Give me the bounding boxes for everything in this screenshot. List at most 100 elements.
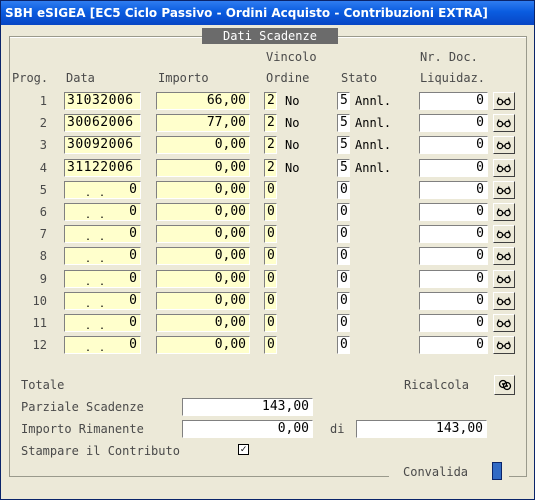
group-border-bottom (9, 476, 389, 477)
stato-field[interactable]: 0 (337, 292, 350, 310)
lookup-button[interactable] (493, 292, 515, 310)
di-field[interactable]: 143,00 (356, 420, 487, 438)
vincolo-field[interactable]: 2 (264, 159, 277, 177)
importo-field[interactable]: 0,00 (156, 181, 250, 199)
vincolo-field[interactable]: 0 (264, 181, 277, 199)
vincolo-field[interactable]: 2 (264, 136, 277, 154)
lookup-button[interactable] (493, 114, 515, 132)
stato-field[interactable]: 0 (337, 225, 350, 243)
nrdoc-field[interactable]: 0 (419, 181, 488, 199)
nrdoc-field[interactable]: 0 (419, 225, 488, 243)
ricalcola-button[interactable] (494, 375, 515, 395)
importo-field[interactable]: 0,00 (156, 136, 250, 154)
lookup-button[interactable] (493, 336, 515, 354)
vincolo-field[interactable]: 0 (264, 314, 277, 332)
main-window: SBH eSIGEA [EC5 Ciclo Passivo - Ordini A… (0, 0, 535, 500)
stato-field[interactable]: 0 (337, 336, 350, 354)
nrdoc-field[interactable]: 0 (419, 203, 488, 221)
date-value: 0 (129, 293, 137, 308)
glasses-icon (496, 341, 511, 350)
date-field[interactable]: .. 0 (64, 292, 141, 310)
importo-field[interactable]: 77,00 (156, 114, 250, 132)
recalc-icon (498, 379, 511, 391)
date-field[interactable]: .. 0 (64, 203, 141, 221)
nrdoc-field[interactable]: 0 (419, 92, 488, 110)
stato-field[interactable]: 5 (337, 159, 350, 177)
date-field[interactable]: 30092006 (64, 136, 141, 154)
lookup-button[interactable] (493, 92, 515, 110)
date-field[interactable]: .. 0 (64, 336, 141, 354)
importo-field[interactable]: 0,00 (156, 225, 250, 243)
importo-field[interactable]: 0,00 (156, 159, 250, 177)
glasses-icon (496, 319, 511, 328)
vincolo-field[interactable]: 0 (264, 247, 277, 265)
importo-field[interactable]: 0,00 (156, 203, 250, 221)
date-field[interactable]: .. 0 (64, 270, 141, 288)
nrdoc-field[interactable]: 0 (419, 136, 488, 154)
lookup-button[interactable] (493, 181, 515, 199)
lookup-button[interactable] (493, 159, 515, 177)
nrdoc-field[interactable]: 0 (419, 314, 488, 332)
stato-field[interactable]: 0 (337, 247, 350, 265)
date-field[interactable]: .. 0 (64, 181, 141, 199)
nrdoc-field[interactable]: 0 (419, 292, 488, 310)
stato-field[interactable]: 0 (337, 181, 350, 199)
date-field[interactable]: .. 0 (64, 225, 141, 243)
lookup-button[interactable] (493, 270, 515, 288)
lookup-button[interactable] (493, 136, 515, 154)
row-prog: 5 (39, 183, 47, 197)
glasses-icon (496, 208, 511, 217)
date-field[interactable]: 31032006 (64, 92, 141, 110)
stato-field[interactable]: 5 (337, 114, 350, 132)
stato-desc: Annl. (355, 138, 392, 152)
date-value: 0 (129, 271, 137, 286)
lookup-button[interactable] (493, 203, 515, 221)
vincolo-field[interactable]: 0 (264, 336, 277, 354)
date-separator: . (85, 188, 92, 199)
window-title: SBH eSIGEA [EC5 Ciclo Passivo - Ordini A… (1, 1, 534, 25)
vincolo-field[interactable]: 0 (264, 292, 277, 310)
date-separator: . (99, 210, 106, 221)
date-field[interactable]: 31122006 (64, 159, 141, 177)
date-field[interactable]: .. 0 (64, 247, 141, 265)
convalida-label: Convalida (403, 465, 469, 479)
date-field[interactable]: 30062006 (64, 114, 141, 132)
glasses-icon (496, 119, 511, 128)
header-prog: Prog. (12, 71, 49, 85)
vincolo-field[interactable]: 0 (264, 225, 277, 243)
vincolo-field[interactable]: 2 (264, 92, 277, 110)
stato-field[interactable]: 0 (337, 314, 350, 332)
importo-field[interactable]: 0,00 (156, 270, 250, 288)
stato-field[interactable]: 5 (337, 136, 350, 154)
vincolo-field[interactable]: 0 (264, 270, 277, 288)
stampare-label: Stampare il Contributo (21, 444, 180, 458)
stampare-checkbox[interactable]: ✓ (238, 444, 249, 455)
vincolo-field[interactable]: 2 (264, 114, 277, 132)
row-prog: 9 (39, 272, 47, 286)
rimanente-field[interactable]: 0,00 (182, 420, 313, 438)
importo-field[interactable]: 0,00 (156, 247, 250, 265)
nrdoc-field[interactable]: 0 (419, 114, 488, 132)
nrdoc-field[interactable]: 0 (419, 336, 488, 354)
lookup-button[interactable] (493, 247, 515, 265)
nrdoc-field[interactable]: 0 (419, 247, 488, 265)
convalida-button[interactable] (492, 462, 502, 480)
importo-field[interactable]: 0,00 (156, 314, 250, 332)
nrdoc-field[interactable]: 0 (419, 159, 488, 177)
stato-field[interactable]: 0 (337, 203, 350, 221)
importo-field[interactable]: 66,00 (156, 92, 250, 110)
lookup-button[interactable] (493, 225, 515, 243)
date-separator: . (99, 343, 106, 354)
stato-field[interactable]: 0 (337, 270, 350, 288)
importo-field[interactable]: 0,00 (156, 336, 250, 354)
date-separator: . (85, 210, 92, 221)
date-field[interactable]: .. 0 (64, 314, 141, 332)
lookup-button[interactable] (493, 314, 515, 332)
nrdoc-field[interactable]: 0 (419, 270, 488, 288)
row-prog: 3 (39, 138, 47, 152)
stato-field[interactable]: 5 (337, 92, 350, 110)
importo-field[interactable]: 0,00 (156, 292, 250, 310)
vincolo-field[interactable]: 0 (264, 203, 277, 221)
date-value: 31122006 (67, 160, 134, 175)
parziale-field[interactable]: 143,00 (182, 398, 313, 416)
